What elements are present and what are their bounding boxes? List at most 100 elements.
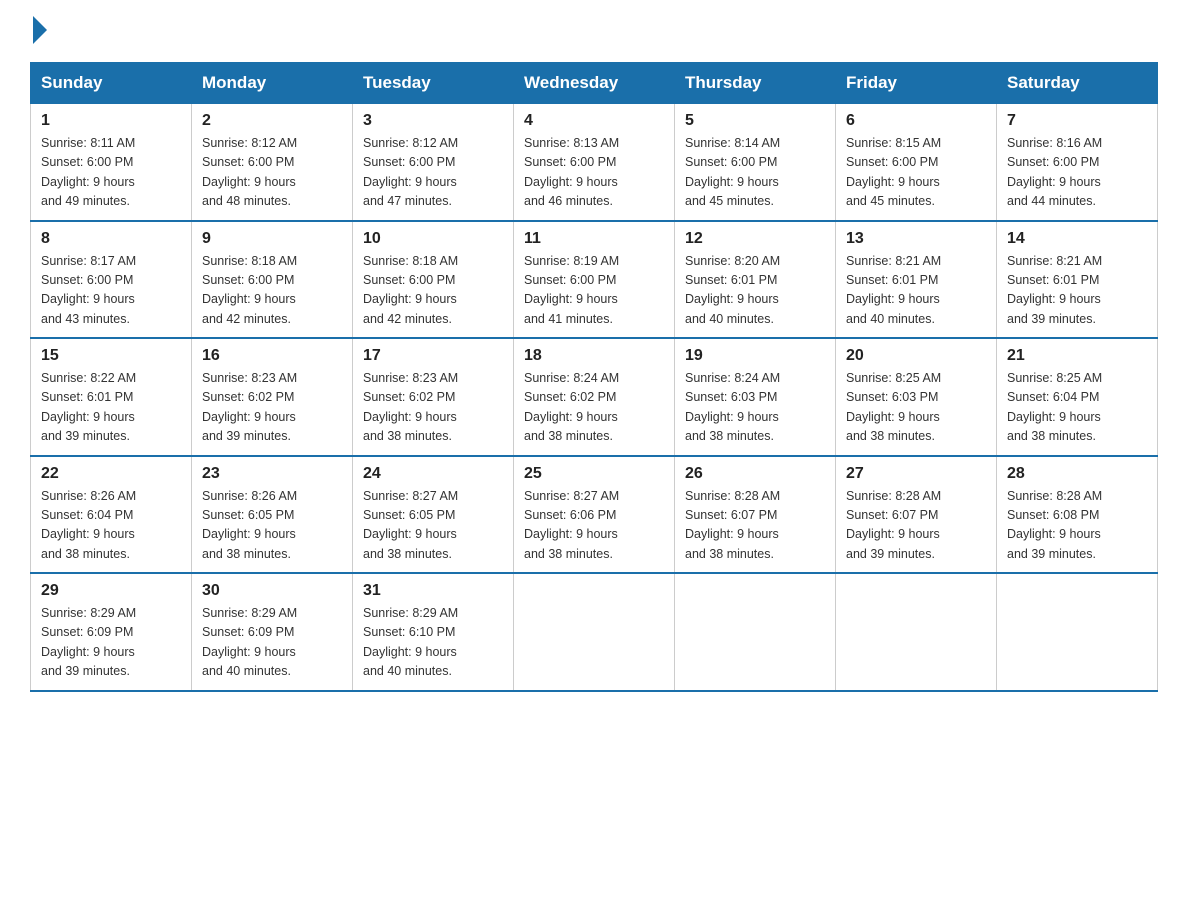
day-info: Sunrise: 8:21 AMSunset: 6:01 PMDaylight:…	[1007, 252, 1147, 330]
day-number: 1	[41, 112, 181, 130]
logo	[30, 20, 47, 42]
calendar-cell: 18 Sunrise: 8:24 AMSunset: 6:02 PMDayligh…	[514, 338, 675, 456]
day-number: 17	[363, 347, 503, 365]
day-number: 24	[363, 465, 503, 483]
day-info: Sunrise: 8:29 AMSunset: 6:10 PMDaylight:…	[363, 604, 503, 682]
calendar-cell: 3 Sunrise: 8:12 AMSunset: 6:00 PMDaylight…	[353, 104, 514, 221]
calendar-cell: 5 Sunrise: 8:14 AMSunset: 6:00 PMDaylight…	[675, 104, 836, 221]
calendar-cell: 2 Sunrise: 8:12 AMSunset: 6:00 PMDaylight…	[192, 104, 353, 221]
calendar-table: SundayMondayTuesdayWednesdayThursdayFrid…	[30, 62, 1158, 692]
day-number: 29	[41, 582, 181, 600]
day-info: Sunrise: 8:12 AMSunset: 6:00 PMDaylight:…	[202, 134, 342, 212]
calendar-cell: 13Sunrise: 8:21 AMSunset: 6:01 PMDayligh…	[836, 221, 997, 339]
day-number: 7	[1007, 112, 1147, 130]
day-number: 9	[202, 230, 342, 248]
day-info: Sunrise: 8:18 AMSunset: 6:00 PMDaylight:…	[202, 252, 342, 330]
day-number: 11	[524, 230, 664, 248]
day-info: Sunrise: 8:28 AMSunset: 6:07 PMDaylight:…	[846, 487, 986, 565]
calendar-cell: 27 Sunrise: 8:28 AMSunset: 6:07 PMDayligh…	[836, 456, 997, 574]
day-info: Sunrise: 8:24 AMSunset: 6:02 PMDaylight:…	[524, 369, 664, 447]
calendar-week-row: 29 Sunrise: 8:29 AMSunset: 6:09 PMDayligh…	[31, 573, 1158, 691]
day-info: Sunrise: 8:12 AMSunset: 6:00 PMDaylight:…	[363, 134, 503, 212]
calendar-week-row: 22 Sunrise: 8:26 AMSunset: 6:04 PMDayligh…	[31, 456, 1158, 574]
day-number: 22	[41, 465, 181, 483]
day-info: Sunrise: 8:15 AMSunset: 6:00 PMDaylight:…	[846, 134, 986, 212]
calendar-cell: 10 Sunrise: 8:18 AMSunset: 6:00 PMDayligh…	[353, 221, 514, 339]
calendar-cell	[997, 573, 1158, 691]
day-number: 25	[524, 465, 664, 483]
day-header-wednesday: Wednesday	[514, 63, 675, 104]
calendar-cell: 21Sunrise: 8:25 AMSunset: 6:04 PMDayligh…	[997, 338, 1158, 456]
day-header-monday: Monday	[192, 63, 353, 104]
calendar-cell: 22 Sunrise: 8:26 AMSunset: 6:04 PMDayligh…	[31, 456, 192, 574]
day-number: 10	[363, 230, 503, 248]
calendar-week-row: 15 Sunrise: 8:22 AMSunset: 6:01 PMDayligh…	[31, 338, 1158, 456]
day-number: 20	[846, 347, 986, 365]
calendar-cell: 31 Sunrise: 8:29 AMSunset: 6:10 PMDayligh…	[353, 573, 514, 691]
day-number: 5	[685, 112, 825, 130]
day-info: Sunrise: 8:14 AMSunset: 6:00 PMDaylight:…	[685, 134, 825, 212]
day-info: Sunrise: 8:25 AMSunset: 6:04 PMDaylight:…	[1007, 369, 1147, 447]
calendar-cell: 16Sunrise: 8:23 AMSunset: 6:02 PMDayligh…	[192, 338, 353, 456]
calendar-cell: 11 Sunrise: 8:19 AMSunset: 6:00 PMDayligh…	[514, 221, 675, 339]
day-header-sunday: Sunday	[31, 63, 192, 104]
day-number: 2	[202, 112, 342, 130]
calendar-week-row: 1 Sunrise: 8:11 AMSunset: 6:00 PMDaylight…	[31, 104, 1158, 221]
day-number: 6	[846, 112, 986, 130]
calendar-cell	[836, 573, 997, 691]
day-info: Sunrise: 8:28 AMSunset: 6:08 PMDaylight:…	[1007, 487, 1147, 565]
calendar-cell	[514, 573, 675, 691]
calendar-cell: 28 Sunrise: 8:28 AMSunset: 6:08 PMDayligh…	[997, 456, 1158, 574]
day-info: Sunrise: 8:20 AMSunset: 6:01 PMDaylight:…	[685, 252, 825, 330]
calendar-cell: 30 Sunrise: 8:29 AMSunset: 6:09 PMDayligh…	[192, 573, 353, 691]
page-header	[30, 20, 1158, 42]
day-number: 31	[363, 582, 503, 600]
day-info: Sunrise: 8:25 AMSunset: 6:03 PMDaylight:…	[846, 369, 986, 447]
calendar-cell: 4 Sunrise: 8:13 AMSunset: 6:00 PMDaylight…	[514, 104, 675, 221]
day-info: Sunrise: 8:26 AMSunset: 6:04 PMDaylight:…	[41, 487, 181, 565]
calendar-cell: 19 Sunrise: 8:24 AMSunset: 6:03 PMDayligh…	[675, 338, 836, 456]
day-header-thursday: Thursday	[675, 63, 836, 104]
calendar-week-row: 8 Sunrise: 8:17 AMSunset: 6:00 PMDaylight…	[31, 221, 1158, 339]
day-info: Sunrise: 8:19 AMSunset: 6:00 PMDaylight:…	[524, 252, 664, 330]
day-info: Sunrise: 8:18 AMSunset: 6:00 PMDaylight:…	[363, 252, 503, 330]
calendar-cell: 17 Sunrise: 8:23 AMSunset: 6:02 PMDayligh…	[353, 338, 514, 456]
day-number: 30	[202, 582, 342, 600]
day-number: 27	[846, 465, 986, 483]
day-info: Sunrise: 8:16 AMSunset: 6:00 PMDaylight:…	[1007, 134, 1147, 212]
day-number: 13	[846, 230, 986, 248]
day-info: Sunrise: 8:23 AMSunset: 6:02 PMDaylight:…	[363, 369, 503, 447]
calendar-cell: 15 Sunrise: 8:22 AMSunset: 6:01 PMDayligh…	[31, 338, 192, 456]
day-info: Sunrise: 8:22 AMSunset: 6:01 PMDaylight:…	[41, 369, 181, 447]
day-header-saturday: Saturday	[997, 63, 1158, 104]
day-number: 8	[41, 230, 181, 248]
day-info: Sunrise: 8:27 AMSunset: 6:05 PMDaylight:…	[363, 487, 503, 565]
calendar-cell: 26Sunrise: 8:28 AMSunset: 6:07 PMDayligh…	[675, 456, 836, 574]
day-info: Sunrise: 8:17 AMSunset: 6:00 PMDaylight:…	[41, 252, 181, 330]
day-number: 18	[524, 347, 664, 365]
day-number: 4	[524, 112, 664, 130]
day-number: 28	[1007, 465, 1147, 483]
day-info: Sunrise: 8:29 AMSunset: 6:09 PMDaylight:…	[202, 604, 342, 682]
day-number: 26	[685, 465, 825, 483]
calendar-cell: 7 Sunrise: 8:16 AMSunset: 6:00 PMDaylight…	[997, 104, 1158, 221]
calendar-header: SundayMondayTuesdayWednesdayThursdayFrid…	[31, 63, 1158, 104]
day-info: Sunrise: 8:11 AMSunset: 6:00 PMDaylight:…	[41, 134, 181, 212]
day-number: 3	[363, 112, 503, 130]
day-number: 12	[685, 230, 825, 248]
day-info: Sunrise: 8:26 AMSunset: 6:05 PMDaylight:…	[202, 487, 342, 565]
day-number: 15	[41, 347, 181, 365]
calendar-cell: 1 Sunrise: 8:11 AMSunset: 6:00 PMDaylight…	[31, 104, 192, 221]
day-info: Sunrise: 8:27 AMSunset: 6:06 PMDaylight:…	[524, 487, 664, 565]
calendar-cell: 14Sunrise: 8:21 AMSunset: 6:01 PMDayligh…	[997, 221, 1158, 339]
calendar-cell	[675, 573, 836, 691]
calendar-cell: 25 Sunrise: 8:27 AMSunset: 6:06 PMDayligh…	[514, 456, 675, 574]
day-info: Sunrise: 8:29 AMSunset: 6:09 PMDaylight:…	[41, 604, 181, 682]
day-info: Sunrise: 8:13 AMSunset: 6:00 PMDaylight:…	[524, 134, 664, 212]
day-info: Sunrise: 8:24 AMSunset: 6:03 PMDaylight:…	[685, 369, 825, 447]
calendar-cell: 29 Sunrise: 8:29 AMSunset: 6:09 PMDayligh…	[31, 573, 192, 691]
calendar-cell: 8 Sunrise: 8:17 AMSunset: 6:00 PMDaylight…	[31, 221, 192, 339]
calendar-cell: 24 Sunrise: 8:27 AMSunset: 6:05 PMDayligh…	[353, 456, 514, 574]
day-number: 16	[202, 347, 342, 365]
day-number: 19	[685, 347, 825, 365]
